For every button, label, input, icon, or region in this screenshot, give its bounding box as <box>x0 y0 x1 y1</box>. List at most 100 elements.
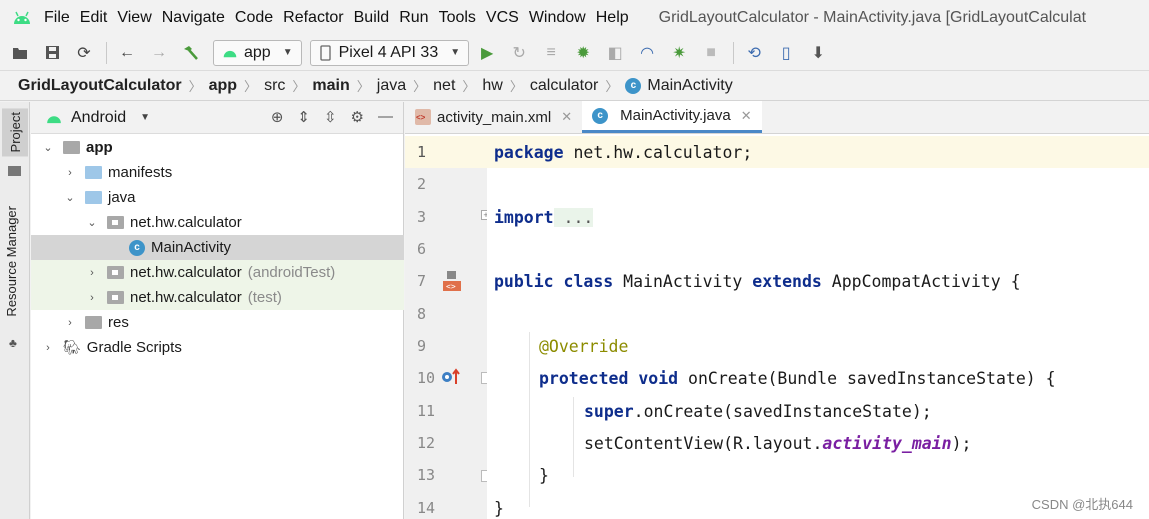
attach-debugger-icon[interactable]: ◠ <box>637 43 657 63</box>
run-config-selector[interactable]: app ▼ <box>213 39 302 66</box>
sync-icon[interactable]: ⟳ <box>74 43 94 63</box>
tab-label: activity_main.xml <box>437 108 552 126</box>
build-hammer-icon[interactable] <box>181 43 201 63</box>
tab-mainactivity-java[interactable]: c MainActivity.java ✕ <box>582 101 762 133</box>
breadcrumb-class[interactable]: MainActivity <box>647 77 732 95</box>
tree-item-java[interactable]: ⌄ java <box>31 185 404 210</box>
breadcrumb-module[interactable]: app <box>209 77 237 95</box>
stop-icon[interactable]: ■ <box>701 43 721 63</box>
line-number: 3 <box>417 208 427 226</box>
breadcrumb-separator: 〉 <box>188 79 202 94</box>
menu-view[interactable]: View <box>117 9 151 27</box>
breadcrumb-main[interactable]: main <box>312 77 349 95</box>
code-line-10: protected void onCreate(Bundle savedInst… <box>487 362 1056 394</box>
panel-tools: ⊕ ⇕ ⇳ ⚙ — <box>271 108 393 126</box>
menu-window[interactable]: Window <box>529 9 586 27</box>
forward-icon[interactable]: → <box>149 43 169 63</box>
chevron-right-icon[interactable]: › <box>85 267 99 279</box>
breadcrumb-java[interactable]: java <box>377 77 406 95</box>
gradle-sync-icon[interactable]: ⟲ <box>744 43 764 63</box>
tab-activity-main-xml[interactable]: activity_main.xml ✕ <box>405 101 582 133</box>
android-logo-icon <box>47 115 61 123</box>
breadcrumb-net[interactable]: net <box>433 77 455 95</box>
tree-item-res[interactable]: › res <box>31 310 404 335</box>
chevron-down-icon[interactable]: ⌄ <box>41 141 55 154</box>
tree-item-app[interactable]: ⌄ app <box>31 135 404 160</box>
tab-project[interactable]: Project <box>2 108 28 157</box>
chevron-right-icon[interactable]: › <box>63 317 77 329</box>
folded-imports[interactable]: ... <box>553 207 594 227</box>
chevron-down-icon[interactable]: ⌄ <box>63 191 77 204</box>
breadcrumb-hw[interactable]: hw <box>482 77 502 95</box>
tree-item-manifests[interactable]: › manifests <box>31 160 404 185</box>
save-icon[interactable] <box>42 43 62 63</box>
menu-help[interactable]: Help <box>596 9 629 27</box>
menu-build[interactable]: Build <box>354 9 390 27</box>
chevron-right-icon[interactable]: › <box>41 342 55 354</box>
menu-vcs[interactable]: VCS <box>486 9 519 27</box>
close-icon[interactable]: ✕ <box>741 108 752 124</box>
close-icon[interactable]: ✕ <box>561 109 572 125</box>
field-reference: activity_main <box>822 433 952 453</box>
code-line-13: } <box>487 459 549 491</box>
chevron-down-icon[interactable]: ▼ <box>140 112 150 123</box>
tree-item-gradle-scripts[interactable]: › 🐘︎ Gradle Scripts <box>31 335 404 360</box>
tree-item-package[interactable]: ⌄ net.hw.calculator <box>31 210 404 235</box>
line-number: 14 <box>417 499 436 517</box>
device-icon <box>319 44 331 61</box>
window-title: GridLayoutCalculator - MainActivity.java… <box>658 8 1087 26</box>
view-selector[interactable]: Android <box>71 109 126 127</box>
breadcrumb-calculator[interactable]: calculator <box>530 77 598 95</box>
expand-all-icon[interactable]: ⇕ <box>297 108 310 126</box>
tab-resource-manager[interactable]: Resource Manager <box>4 206 19 317</box>
keyword: protected <box>539 368 629 388</box>
class-icon: c <box>129 239 145 256</box>
main-toolbar: ⟳ ← → app ▼ Pixel 4 API 33 ▼ ▶ ↻ ≡ ✹ ◧ ◠… <box>0 35 1149 71</box>
minimize-icon[interactable]: — <box>378 108 393 126</box>
menu-file[interactable]: File <box>44 9 70 27</box>
run-config-label: app <box>244 43 271 61</box>
collapse-all-icon[interactable]: ⇳ <box>324 108 337 126</box>
tree-item-package-test[interactable]: › net.hw.calculator (test) <box>31 285 404 310</box>
back-icon[interactable]: ← <box>117 43 137 63</box>
chevron-right-icon[interactable]: › <box>63 167 77 179</box>
tree-item-package-androidtest[interactable]: › net.hw.calculator (androidTest) <box>31 260 404 285</box>
open-icon[interactable] <box>10 43 30 63</box>
menu-code[interactable]: Code <box>235 9 273 27</box>
menu-tools[interactable]: Tools <box>439 9 476 27</box>
settings-icon[interactable]: ⚙ <box>351 108 364 126</box>
menu-run[interactable]: Run <box>399 9 428 27</box>
line-number: 13 <box>417 466 436 484</box>
breadcrumb-src[interactable]: src <box>264 77 285 95</box>
tree-item-label: java <box>108 189 136 206</box>
line-number: 9 <box>417 337 427 355</box>
tree-item-label: net.hw.calculator <box>130 214 242 231</box>
code-area[interactable]: package net.hw.calculator; import ... pu… <box>487 136 1149 519</box>
menu-navigate[interactable]: Navigate <box>162 9 225 27</box>
chevron-right-icon[interactable]: › <box>85 292 99 304</box>
apply-code-changes-icon[interactable]: ≡ <box>541 43 561 63</box>
locate-icon[interactable]: ⊕ <box>271 108 284 126</box>
breadcrumb-separator: 〉 <box>605 79 619 94</box>
gradle-elephant-icon: 🐘︎ <box>63 339 81 355</box>
breadcrumb-project[interactable]: GridLayoutCalculator <box>18 77 182 95</box>
tool-window-strip: Project Resource Manager ♣ <box>0 102 30 519</box>
folder-icon <box>8 166 21 176</box>
android-logo-icon <box>223 50 237 58</box>
menu-edit[interactable]: Edit <box>80 9 108 27</box>
menu-refactor[interactable]: Refactor <box>283 9 343 27</box>
debug-attach-icon[interactable]: ✷ <box>669 43 689 63</box>
chevron-down-icon: ▼ <box>282 47 293 58</box>
code-line-14: } <box>487 492 504 519</box>
sdk-manager-icon[interactable]: ⬇ <box>808 43 828 63</box>
chevron-down-icon[interactable]: ⌄ <box>85 216 99 229</box>
device-selector[interactable]: Pixel 4 API 33 ▼ <box>309 39 470 66</box>
layout-file-icon[interactable]: <> <box>442 270 462 295</box>
run-icon[interactable]: ▶ <box>477 43 497 63</box>
avd-manager-icon[interactable]: ▯ <box>776 43 796 63</box>
apply-changes-icon[interactable]: ↻ <box>509 43 529 63</box>
debug-icon[interactable]: ✹ <box>573 43 593 63</box>
profile-icon[interactable]: ◧ <box>605 43 625 63</box>
tree-item-mainactivity[interactable]: c MainActivity <box>31 235 404 260</box>
override-marker-icon[interactable] <box>441 368 461 389</box>
